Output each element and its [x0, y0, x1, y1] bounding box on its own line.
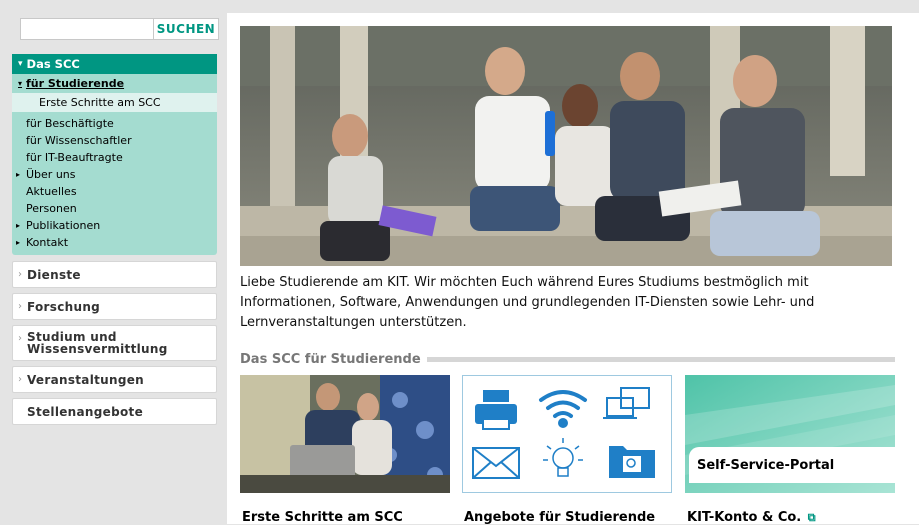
- mail-icon: [472, 447, 520, 479]
- caret-right-icon: ›: [18, 301, 23, 312]
- caret-right-icon: ›: [18, 374, 23, 385]
- nav-das-scc: ▾ Das SCC ▾ für Studierende Erste Schrit…: [12, 54, 217, 255]
- folder-search-icon: [609, 446, 655, 478]
- sidebar-item-label: Stellenangebote: [27, 404, 144, 419]
- nav-item[interactable]: für IT-Beauftragte: [26, 149, 217, 166]
- nav-item-label: Personen: [26, 202, 77, 215]
- tile-caption-text: KIT-Konto & Co.: [687, 510, 802, 525]
- expanded-icon: ▾: [18, 59, 23, 69]
- tile-erste-schritte[interactable]: [240, 375, 450, 493]
- nav-item[interactable]: ▸ Kontakt: [16, 234, 217, 251]
- main-content: Liebe Studierende am KIT. Wir möchten Eu…: [227, 13, 919, 525]
- sidebar: SUCHEN ▾ Das SCC ▾ für Studierende Erste…: [12, 18, 219, 425]
- search-input[interactable]: [21, 19, 153, 39]
- nav-item[interactable]: ▸ Über uns: [16, 166, 217, 183]
- nav-item-label: Publikationen: [26, 219, 101, 232]
- nav-sub-studierende[interactable]: ▾ für Studierende: [12, 74, 217, 92]
- nav-sub-label: für Studierende: [26, 76, 125, 90]
- section-heading: Das SCC für Studierende: [240, 351, 895, 367]
- search-bar: SUCHEN: [20, 18, 219, 40]
- intro-text: Liebe Studierende am KIT. Wir möchten Eu…: [240, 275, 815, 330]
- nav-item-label: Aktuelles: [26, 185, 77, 198]
- sidebar-item-stellenangebote[interactable]: Stellenangebote: [12, 398, 217, 425]
- tile-caption[interactable]: Erste Schritte am SCC: [242, 510, 403, 525]
- tile-angebote[interactable]: [462, 375, 672, 493]
- sidebar-item-label: Veranstaltungen: [27, 372, 145, 387]
- tile-self-service[interactable]: Self-Service-Portal: [685, 375, 895, 493]
- nav-item-label: für Beschäftigte: [26, 117, 114, 130]
- sidebar-item-label: Studium und Wissensvermittlung: [27, 330, 168, 356]
- sidebar-item-label: Dienste: [27, 267, 81, 282]
- nav-item-label: für IT-Beauftragte: [26, 151, 123, 164]
- caret-right-icon: ▸: [16, 238, 21, 247]
- nav-item-label: Kontakt: [26, 236, 69, 249]
- expanded-icon: ▾: [18, 78, 23, 88]
- nav-item[interactable]: Aktuelles: [26, 183, 217, 200]
- sidebar-item-forschung[interactable]: › Forschung: [12, 293, 217, 320]
- nav-list: für Beschäftigte für Wissenschaftler für…: [12, 114, 217, 251]
- nav-item[interactable]: für Wissenschaftler: [26, 132, 217, 149]
- sidebar-item-veranstaltungen[interactable]: › Veranstaltungen: [12, 366, 217, 393]
- self-service-label: Self-Service-Portal: [689, 447, 895, 483]
- sidebar-item-label: Forschung: [27, 299, 101, 314]
- caret-right-icon: ›: [18, 333, 23, 344]
- printer-icon: [475, 390, 517, 430]
- tile-caption[interactable]: KIT-Konto & Co. ⧉: [687, 510, 816, 525]
- search-button[interactable]: SUCHEN: [153, 19, 218, 39]
- tile-caption[interactable]: Angebote für Studierende: [464, 510, 655, 525]
- section-title: Das SCC für Studierende: [240, 351, 427, 367]
- external-link-icon: ⧉: [807, 511, 816, 524]
- hero-image: [240, 26, 892, 266]
- nav-item-label: Über uns: [26, 168, 76, 181]
- sidebar-item-studium[interactable]: › Studium und Wissensvermittlung: [12, 325, 217, 361]
- computer-icon: [603, 387, 650, 419]
- nav-head-das-scc[interactable]: ▾ Das SCC: [12, 54, 217, 74]
- nav-item-erste-schritte[interactable]: Erste Schritte am SCC: [12, 93, 217, 112]
- lightbulb-icon: [543, 438, 583, 477]
- sidebar-item-dienste[interactable]: › Dienste: [12, 261, 217, 288]
- nav-item[interactable]: Personen: [26, 200, 217, 217]
- nav-item[interactable]: für Beschäftigte: [26, 115, 217, 132]
- caret-right-icon: ▸: [16, 221, 21, 230]
- caret-right-icon: ›: [18, 269, 23, 280]
- nav-item[interactable]: ▸ Publikationen: [16, 217, 217, 234]
- nav-item-label: für Wissenschaftler: [26, 134, 132, 147]
- nav-head-label: Das SCC: [26, 57, 80, 71]
- wifi-icon: [539, 390, 587, 428]
- caret-right-icon: ▸: [16, 170, 21, 179]
- tile-photo: [240, 375, 450, 493]
- section-divider: [426, 356, 895, 362]
